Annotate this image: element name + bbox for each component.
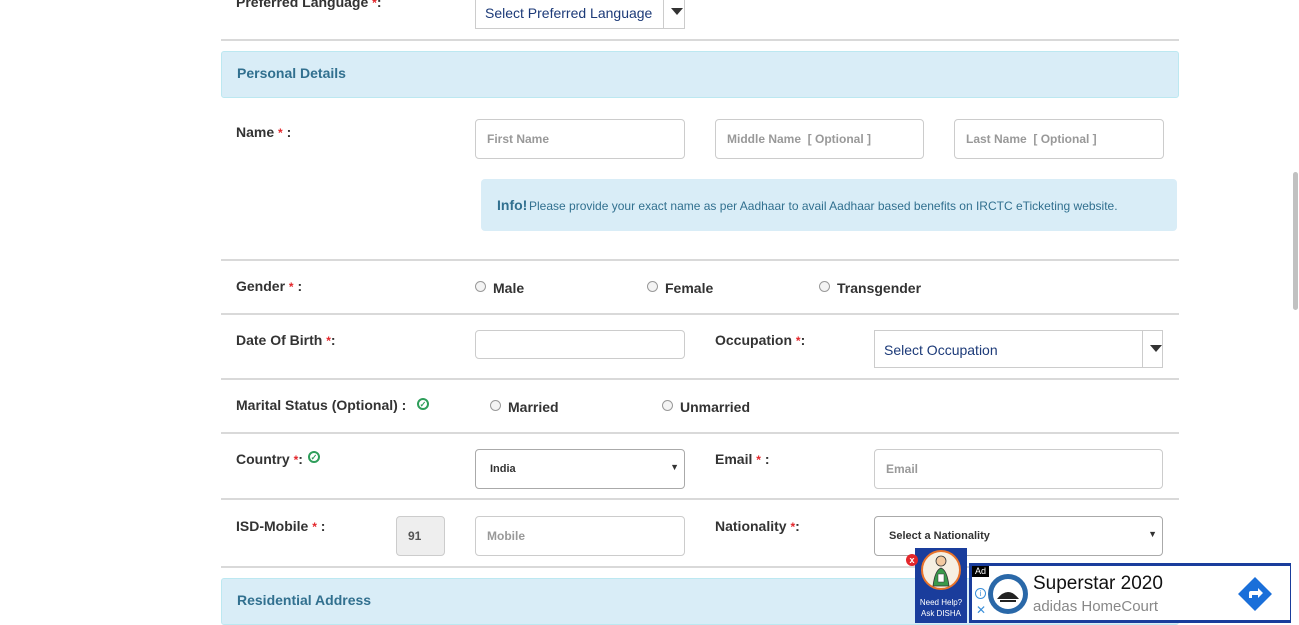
ad-subtitle: adidas HomeCourt	[1033, 598, 1159, 615]
marital-status-label: Marital Status (Optional) :	[236, 397, 407, 413]
ad-banner[interactable]: Ad i ✕ Superstar 2020 adidas HomeCourt	[969, 563, 1293, 623]
gender-transgender-radio[interactable]	[819, 281, 830, 292]
isd-mobile-label: ISD-Mobile * :	[236, 518, 326, 534]
last-name-input[interactable]: Last Name [ Optional ]	[954, 119, 1164, 159]
dob-input[interactable]	[475, 330, 685, 359]
info-icon[interactable]: i	[975, 588, 986, 599]
divider	[221, 498, 1179, 500]
close-icon[interactable]: x	[906, 554, 918, 566]
email-input[interactable]: Email	[874, 449, 1163, 489]
marital-married-label: Married	[508, 399, 559, 415]
mobile-input[interactable]: Mobile	[475, 516, 685, 556]
country-label: Country *:	[236, 451, 303, 467]
divider	[221, 259, 1179, 261]
dropdown-arrow-icon: ▼	[670, 462, 679, 472]
name-label: Name * :	[236, 124, 292, 140]
divider	[221, 378, 1179, 380]
nationality-label: Nationality *:	[715, 518, 800, 534]
middle-name-input[interactable]: Middle Name [ Optional ]	[715, 119, 924, 159]
info-alert: Info! Please provide your exact name as …	[481, 179, 1177, 231]
preferred-language-label: Preferred Language *:	[236, 0, 382, 10]
country-select[interactable]: India ▼	[475, 449, 685, 489]
gender-female-label: Female	[665, 280, 714, 296]
marital-married-radio[interactable]	[490, 400, 501, 411]
occupation-label: Occupation *:	[715, 332, 806, 348]
disha-avatar	[921, 550, 961, 590]
divider	[221, 313, 1179, 315]
gender-female-radio[interactable]	[647, 281, 658, 292]
email-label: Email * :	[715, 451, 770, 467]
marital-unmarried-label: Unmarried	[680, 399, 751, 415]
scrollbar-thumb[interactable]	[1293, 172, 1298, 310]
ad-badge: Ad	[972, 566, 990, 577]
divider	[221, 39, 1179, 41]
verified-check-icon: ✓	[417, 398, 429, 410]
ad-title: Superstar 2020	[1033, 573, 1163, 594]
gender-transgender-label: Transgender	[837, 280, 922, 296]
info-text: Please provide your exact name as per Aa…	[529, 199, 1118, 213]
close-icon[interactable]: ✕	[976, 603, 986, 617]
marital-unmarried-radio[interactable]	[662, 400, 673, 411]
directions-arrow-icon[interactable]	[1237, 576, 1273, 612]
disha-help-widget[interactable]: x Need Help? Ask DISHA	[906, 548, 967, 623]
verified-check-icon: ✓	[308, 451, 320, 463]
first-name-input[interactable]: First Name	[475, 119, 685, 159]
dropdown-arrow-icon: ▼	[1148, 529, 1157, 539]
chevron-down-icon	[671, 8, 683, 15]
gender-male-radio[interactable]	[475, 281, 486, 292]
preferred-language-select[interactable]: Select Preferred Language	[475, 0, 685, 29]
personal-details-header: Personal Details	[221, 51, 1179, 98]
gender-label: Gender * :	[236, 278, 303, 294]
info-strong: Info!	[497, 197, 528, 213]
gender-male-label: Male	[493, 280, 525, 296]
dob-label: Date Of Birth *:	[236, 332, 336, 348]
occupation-select[interactable]: Select Occupation	[874, 330, 1163, 368]
divider	[221, 432, 1179, 434]
disha-text: Need Help? Ask DISHA	[919, 598, 963, 618]
isd-code-field: 91	[396, 516, 445, 556]
chevron-down-icon	[1150, 345, 1162, 352]
scrollbar-track[interactable]	[1291, 0, 1299, 623]
adidas-logo-icon	[988, 574, 1028, 614]
